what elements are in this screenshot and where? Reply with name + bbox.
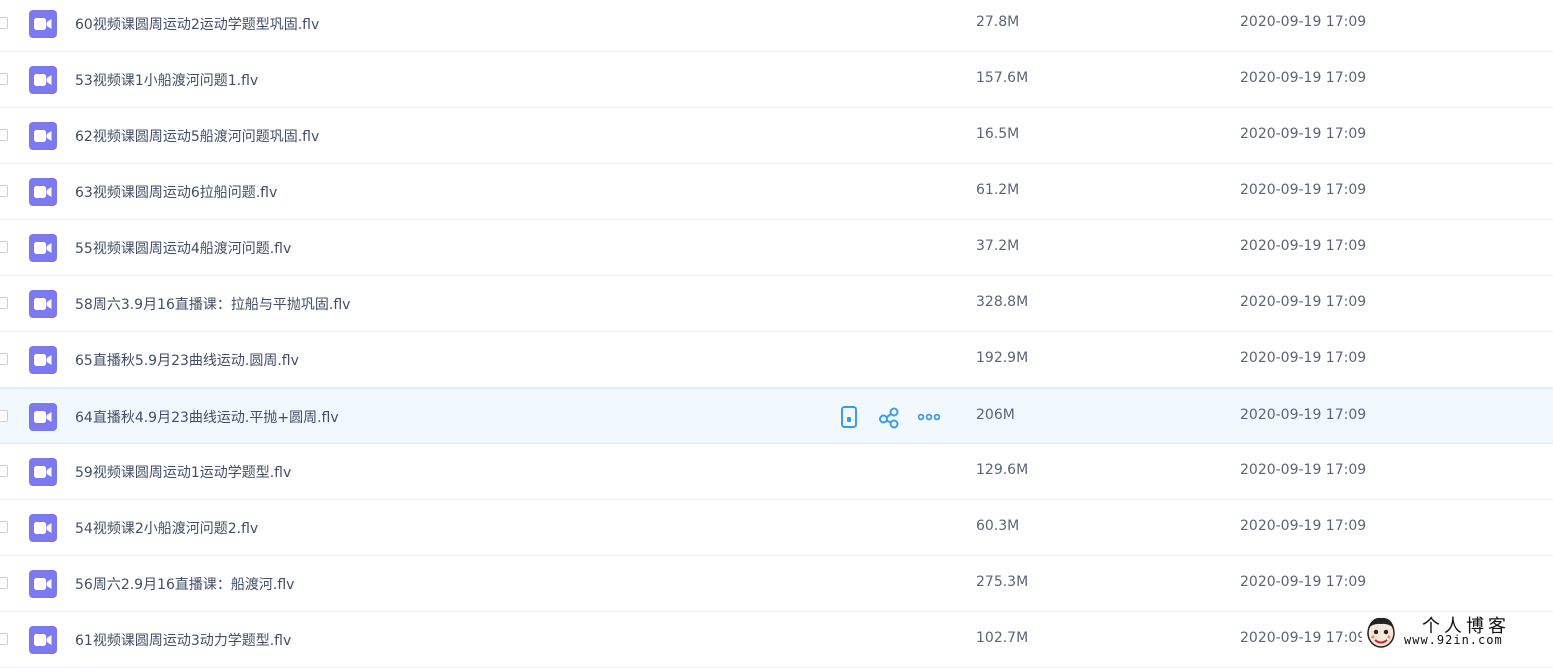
file-size: 37.2M <box>976 238 1020 254</box>
video-file-icon <box>29 234 57 262</box>
file-name[interactable]: 59视频课圆周运动1运动学题型.flv <box>75 462 291 482</box>
file-name[interactable]: 56周六2.9月16直播课：船渡河.flv <box>75 574 294 594</box>
file-name[interactable]: 64直播秋4.9月23曲线运动.平抛+圆周.flv <box>75 407 339 427</box>
row-checkbox[interactable] <box>0 465 8 477</box>
row-checkbox[interactable] <box>0 410 8 422</box>
share-icon <box>878 405 900 429</box>
video-file-icon <box>29 290 57 318</box>
file-size: 61.2M <box>976 182 1020 198</box>
file-row[interactable]: 65直播秋5.9月23曲线运动.圆周.flv 192.9M 2020-09-19 1… <box>0 332 1553 388</box>
video-file-icon <box>29 514 57 542</box>
row-checkbox[interactable] <box>0 577 8 589</box>
file-modified-date: 2020-09-19 17:09 <box>1240 70 1367 86</box>
watermark-url: www.92in.com <box>1404 633 1503 647</box>
file-row[interactable]: 60视频课圆周运动2运动学题型巩固.flv 27.8M 2020-09-19 17:… <box>0 0 1553 52</box>
file-row[interactable]: 64直播秋4.9月23曲线运动.平抛+圆周.flv 206M 2020-09-19 … <box>0 388 1553 444</box>
row-checkbox[interactable] <box>0 185 8 197</box>
video-file-icon <box>29 626 57 654</box>
row-checkbox[interactable] <box>0 353 8 365</box>
row-checkbox[interactable] <box>0 241 8 253</box>
file-size: 157.6M <box>976 70 1029 86</box>
file-size: 192.9M <box>976 350 1029 366</box>
file-modified-date: 2020-09-19 17:09 <box>1240 126 1367 142</box>
file-name[interactable]: 60视频课圆周运动2运动学题型巩固.flv <box>75 14 319 34</box>
row-checkbox[interactable] <box>0 17 8 29</box>
more-icon <box>918 405 940 429</box>
file-name[interactable]: 54视频课2小船渡河问题2.flv <box>75 518 258 538</box>
share-button[interactable] <box>878 405 900 429</box>
file-size: 102.7M <box>976 630 1029 646</box>
file-modified-date: 2020-09-19 17:09 <box>1240 574 1367 590</box>
mascot-icon <box>1367 617 1395 648</box>
file-row[interactable]: 53视频课1小船渡河问题1.flv 157.6M 2020-09-19 17:09 <box>0 52 1553 108</box>
file-name[interactable]: 61视频课圆周运动3动力学题型.flv <box>75 630 291 650</box>
file-modified-date: 2020-09-19 17:09 <box>1240 350 1367 366</box>
file-row[interactable]: 58周六3.9月16直播课：拉船与平抛巩固.flv 328.8M 2020-09-1… <box>0 276 1553 332</box>
file-name[interactable]: 63视频课圆周运动6拉船问题.flv <box>75 182 277 202</box>
file-name[interactable]: 53视频课1小船渡河问题1.flv <box>75 70 258 90</box>
row-checkbox[interactable] <box>0 73 8 85</box>
file-row[interactable]: 56周六2.9月16直播课：船渡河.flv 275.3M 2020-09-19 17… <box>0 556 1553 612</box>
more-actions-button[interactable] <box>918 405 940 429</box>
video-file-icon <box>29 10 57 38</box>
file-size: 27.8M <box>976 14 1020 30</box>
file-name[interactable]: 58周六3.9月16直播课：拉船与平抛巩固.flv <box>75 294 350 314</box>
file-name[interactable]: 65直播秋5.9月23曲线运动.圆周.flv <box>75 350 299 370</box>
video-file-icon <box>29 403 57 431</box>
file-size: 275.3M <box>976 574 1029 590</box>
file-row[interactable]: 62视频课圆周运动5船渡河问题巩固.flv 16.5M 2020-09-19 17:… <box>0 108 1553 164</box>
file-row[interactable]: 61视频课圆周运动3动力学题型.flv 102.7M 2020-09-19 17:0… <box>0 612 1553 668</box>
file-modified-date: 2020-09-19 17:09 <box>1240 518 1367 534</box>
row-checkbox[interactable] <box>0 521 8 533</box>
file-modified-date: 2020-09-19 17:09 <box>1240 462 1367 478</box>
video-file-icon <box>29 458 57 486</box>
file-name[interactable]: 55视频课圆周运动4船渡河问题.flv <box>75 238 291 258</box>
phone-icon <box>838 405 860 429</box>
file-modified-date: 2020-09-19 17:09 <box>1240 630 1367 646</box>
file-row[interactable]: 59视频课圆周运动1运动学题型.flv 129.6M 2020-09-19 17:0… <box>0 444 1553 500</box>
file-size: 60.3M <box>976 518 1020 534</box>
video-file-icon <box>29 122 57 150</box>
row-checkbox[interactable] <box>0 297 8 309</box>
file-size: 206M <box>976 407 1015 423</box>
file-modified-date: 2020-09-19 17:09 <box>1240 14 1367 30</box>
file-row[interactable]: 63视频课圆周运动6拉船问题.flv 61.2M 2020-09-19 17:09 <box>0 164 1553 220</box>
row-checkbox[interactable] <box>0 129 8 141</box>
file-modified-date: 2020-09-19 17:09 <box>1240 294 1367 310</box>
watermark: 个人博客 www.92in.com <box>1362 612 1553 653</box>
file-size: 16.5M <box>976 126 1020 142</box>
file-name[interactable]: 62视频课圆周运动5船渡河问题巩固.flv <box>75 126 319 146</box>
file-size: 328.8M <box>976 294 1029 310</box>
file-modified-date: 2020-09-19 17:09 <box>1240 182 1367 198</box>
send-to-phone-button[interactable] <box>838 405 860 429</box>
video-file-icon <box>29 570 57 598</box>
video-file-icon <box>29 178 57 206</box>
video-file-icon <box>29 66 57 94</box>
file-size: 129.6M <box>976 462 1029 478</box>
file-row[interactable]: 55视频课圆周运动4船渡河问题.flv 37.2M 2020-09-19 17:09 <box>0 220 1553 276</box>
video-file-icon <box>29 346 57 374</box>
row-checkbox[interactable] <box>0 633 8 645</box>
file-list: 60视频课圆周运动2运动学题型巩固.flv 27.8M 2020-09-19 17:… <box>0 0 1553 668</box>
file-modified-date: 2020-09-19 17:09 <box>1240 407 1367 423</box>
file-row[interactable]: 54视频课2小船渡河问题2.flv 60.3M 2020-09-19 17:09 <box>0 500 1553 556</box>
file-modified-date: 2020-09-19 17:09 <box>1240 238 1367 254</box>
